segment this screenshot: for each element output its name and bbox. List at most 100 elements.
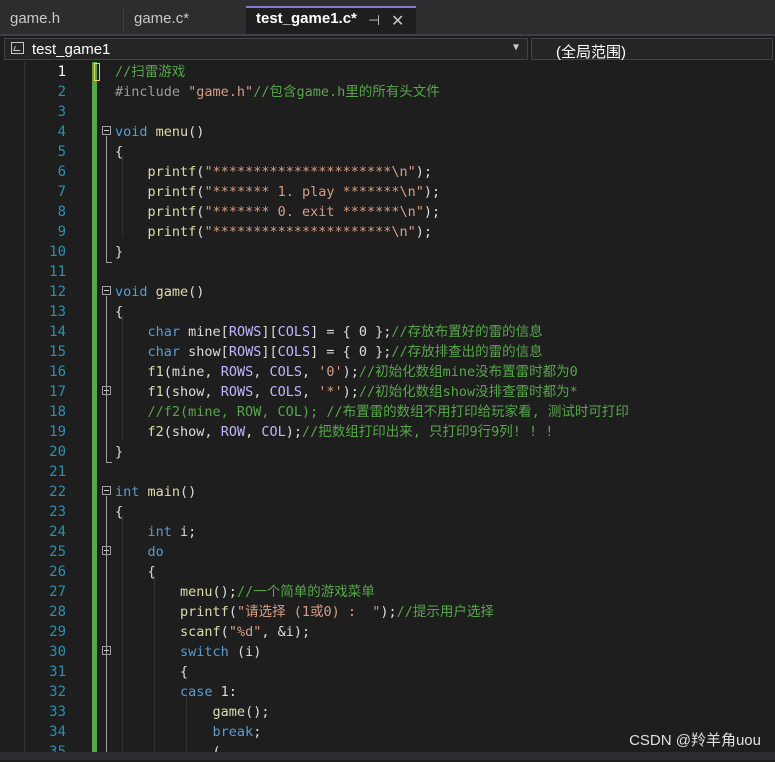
code-token: ); bbox=[415, 224, 433, 240]
code-line[interactable]: 28 printf("请选择 (1或0) : ");//提示用户选择 bbox=[0, 602, 775, 622]
code-text: scanf("%d", &i); bbox=[115, 622, 310, 642]
code-line[interactable]: 7 printf("******* 1. play *******\n"); bbox=[0, 182, 775, 202]
line-number: 25 bbox=[49, 544, 66, 560]
code-line[interactable]: 17 f1(show, ROWS, COLS, '*');//初始化数组show… bbox=[0, 382, 775, 402]
code-token: , bbox=[301, 384, 319, 400]
code-token: ); bbox=[423, 184, 441, 200]
code-line[interactable]: 14 char mine[ROWS][COLS] = { 0 };//存放布置好… bbox=[0, 322, 775, 342]
code-text: f1(show, ROWS, COLS, '*');//初始化数组show没排查… bbox=[115, 382, 578, 402]
code-token: //f2(mine, ROW, COL); //布置雷的数组不用打印给玩家看, … bbox=[147, 404, 629, 420]
line-number: 30 bbox=[49, 644, 66, 660]
code-text: } bbox=[115, 442, 123, 462]
code-token: //包含game.h里的所有头文件 bbox=[253, 84, 440, 100]
code-token: show[ bbox=[180, 344, 229, 360]
code-token: char bbox=[147, 324, 181, 340]
code-line[interactable]: 10} bbox=[0, 242, 775, 262]
code-line[interactable]: 25 do bbox=[0, 542, 775, 562]
line-number: 14 bbox=[49, 324, 66, 340]
code-token: printf bbox=[180, 604, 229, 620]
tab-test-game1-c[interactable]: test_game1.c* ⊣ ✕ bbox=[246, 6, 416, 34]
code-text: //f2(mine, ROW, COL); //布置雷的数组不用打印给玩家看, … bbox=[115, 402, 629, 422]
code-token: , bbox=[253, 364, 270, 380]
code-token: COL bbox=[261, 424, 286, 440]
horizontal-scrollbar[interactable] bbox=[0, 752, 775, 760]
code-token: //初始化数组mine没布置雷时都为0 bbox=[358, 364, 578, 380]
code-token: ][ bbox=[261, 344, 278, 360]
code-line[interactable]: 8 printf("******* 0. exit *******\n"); bbox=[0, 202, 775, 222]
code-line[interactable]: 22 int main() bbox=[0, 482, 775, 502]
code-line[interactable]: 19 f2(show, ROW, COL);//把数组打印出来, 只打印9行9列… bbox=[0, 422, 775, 442]
code-line[interactable]: 29 scanf("%d", &i); bbox=[0, 622, 775, 642]
code-text: { bbox=[115, 502, 123, 522]
code-line[interactable]: 1 //扫雷游戏 bbox=[0, 62, 775, 82]
code-line[interactable]: 31 { bbox=[0, 662, 775, 682]
code-token: COLS bbox=[277, 344, 311, 360]
code-text: #include "game.h"//包含game.h里的所有头文件 bbox=[115, 82, 440, 102]
code-line[interactable]: 18 //f2(mine, ROW, COL); //布置雷的数组不用打印给玩家… bbox=[0, 402, 775, 422]
project-dropdown[interactable]: test_game1 ▼ bbox=[4, 38, 528, 60]
scope-dropdown[interactable]: (全局范围) bbox=[531, 38, 773, 61]
code-token: { bbox=[115, 144, 124, 160]
code-line[interactable]: 15 char show[ROWS][COLS] = { 0 };//存放排查出… bbox=[0, 342, 775, 362]
line-number: 29 bbox=[49, 624, 66, 640]
line-number: 12 bbox=[49, 284, 66, 300]
code-text: game(); bbox=[115, 702, 270, 722]
project-icon bbox=[11, 42, 24, 54]
code-line[interactable]: 4 void menu() bbox=[0, 122, 775, 142]
code-token: } bbox=[115, 244, 124, 260]
code-line[interactable]: 33 game(); bbox=[0, 702, 775, 722]
code-text: int main() bbox=[115, 482, 196, 502]
code-line[interactable]: 12 void game() bbox=[0, 282, 775, 302]
code-token: "%d" bbox=[228, 624, 262, 640]
code-text: //扫雷游戏 bbox=[115, 62, 185, 82]
tab-bar: game.h game.c* test_game1.c* ⊣ ✕ bbox=[0, 0, 775, 34]
pin-icon[interactable]: ⊣ bbox=[368, 12, 380, 29]
close-icon[interactable]: ✕ bbox=[391, 11, 404, 31]
code-line[interactable]: 27 menu();//一个简单的游戏菜单 bbox=[0, 582, 775, 602]
code-token: , bbox=[245, 424, 262, 440]
line-number: 20 bbox=[49, 444, 66, 460]
code-editor[interactable]: 1 //扫雷游戏 2 #include "game.h"//包含game.h里的所有头… bbox=[0, 62, 775, 760]
code-line[interactable]: 5{ bbox=[0, 142, 775, 162]
code-token: ( bbox=[220, 624, 229, 640]
code-line[interactable]: 13 { bbox=[0, 302, 775, 322]
code-line[interactable]: 3 bbox=[0, 102, 775, 122]
code-line[interactable]: 26 { bbox=[0, 562, 775, 582]
code-line[interactable]: 24 int i; bbox=[0, 522, 775, 542]
code-text: printf("请选择 (1或0) : ");//提示用户选择 bbox=[115, 602, 494, 622]
code-line[interactable]: 30 switch (i) bbox=[0, 642, 775, 662]
line-number: 28 bbox=[49, 604, 66, 620]
code-text: case 1: bbox=[115, 682, 237, 702]
code-token: (show, bbox=[163, 424, 221, 440]
code-line[interactable]: 16 f1(mine, ROWS, COLS, '0');//初始化数组mine… bbox=[0, 362, 775, 382]
code-line[interactable]: 11 bbox=[0, 262, 775, 282]
tab-game-c[interactable]: game.c* bbox=[124, 6, 244, 34]
code-token: ROWS bbox=[220, 364, 254, 380]
line-number: 3 bbox=[57, 104, 66, 120]
code-line[interactable]: 2 #include "game.h"//包含game.h里的所有头文件 bbox=[0, 82, 775, 102]
code-text: } bbox=[115, 242, 123, 262]
code-text: { bbox=[115, 562, 156, 582]
code-text: f2(show, ROW, COL);//把数组打印出来, 只打印9行9列! !… bbox=[115, 422, 554, 442]
code-line[interactable]: 6 printf("**********************\n"); bbox=[0, 162, 775, 182]
code-token: do bbox=[147, 544, 164, 560]
code-token: ); bbox=[285, 424, 302, 440]
code-token: , &i); bbox=[261, 624, 311, 640]
code-line[interactable]: 32 case 1: bbox=[0, 682, 775, 702]
code-line[interactable]: 23 { bbox=[0, 502, 775, 522]
code-token: //扫雷游戏 bbox=[115, 64, 186, 80]
code-line[interactable]: 21 bbox=[0, 462, 775, 482]
tab-game-h[interactable]: game.h bbox=[0, 6, 122, 34]
code-token: "**********************\n" bbox=[204, 164, 416, 180]
code-line[interactable]: 9 printf("**********************\n"); bbox=[0, 222, 775, 242]
code-text: printf("******* 1. play *******\n"); bbox=[115, 182, 441, 202]
code-token: void bbox=[115, 124, 148, 140]
code-token: '*' bbox=[318, 384, 343, 400]
code-line[interactable]: 20} bbox=[0, 442, 775, 462]
code-token: printf bbox=[147, 204, 197, 220]
